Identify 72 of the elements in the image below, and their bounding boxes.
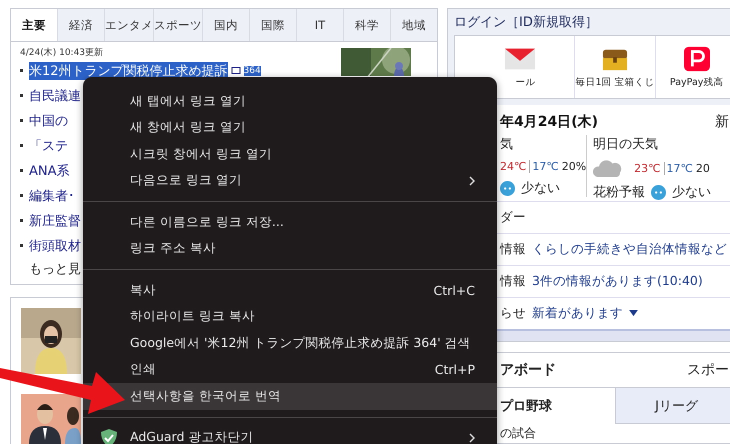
low-temperature: 17℃ [664,162,693,174]
service-label[interactable]: 毎日1回 宝箱くじ [575,76,655,88]
weather-title: 明日の天気 [593,136,660,153]
pollen-level: 少ない [521,180,560,197]
rain-chance: 20% [562,160,586,172]
envelope-icon[interactable] [504,46,536,72]
low-temperature: 17℃ [529,160,559,172]
info-link[interactable]: くらしの手続きや自治体情報など [532,241,727,258]
bullet-icon [20,69,23,72]
category-tab[interactable]: 地域 [390,9,437,41]
rain-chance: 20 [696,162,710,174]
bullet-icon [20,119,23,122]
comment-icon [230,66,241,76]
headline-link[interactable]: 米12州トランプ関税停止求め提訴 [29,62,228,80]
menu-item[interactable]: 시크릿 창에서 링크 열기 [130,141,497,168]
category-tab[interactable]: 主要 [11,9,57,41]
login-link[interactable]: ログイン [454,13,506,31]
caret-icon[interactable] [629,310,638,317]
bullet-icon [20,244,23,247]
headline-link[interactable]: 街頭取材 [29,236,81,254]
info-link[interactable]: 3件の情報があります(10:40) [532,273,703,290]
headline-link[interactable]: 編集者･ [29,186,75,204]
headline-link[interactable]: 新庄監督 [29,212,81,230]
info-label: 情報 [500,241,526,258]
category-tab[interactable]: エンタメ [104,9,153,41]
pollen-level: 少ない [672,184,712,201]
game-text: の試合 [499,425,537,442]
bullet-icon [20,219,23,222]
menu-item[interactable]: 링크 주소 복사 [130,236,497,262]
info-label: ダー [500,209,526,226]
sports-title: アボード [500,361,556,379]
pollen-label: 花粉予報 [593,184,646,201]
category-tab[interactable]: 科学 [343,9,390,41]
category-tab[interactable]: 国内 [202,9,249,41]
menu-item[interactable]: 인쇄 Ctrl+P [130,356,497,383]
menu-item[interactable]: 새 탭에서 링크 열기 [130,88,497,114]
signup-link[interactable]: ［ID新規取得］ [506,13,598,31]
sports-link[interactable]: スポー [687,361,729,379]
service-label[interactable]: ール [516,76,536,88]
high-temperature: 23℃ [634,162,661,174]
shield-icon [101,428,117,444]
headline-link[interactable]: 「ステ [29,136,68,154]
comment-count: 364 [244,66,261,76]
headline-link[interactable]: 中国の [29,112,68,130]
menu-item[interactable]: 다음으로 링크 열기 [130,168,497,194]
menu-item[interactable]: AdGuard 광고차단기 [130,424,497,444]
bullet-icon [20,94,23,97]
menu-item[interactable]: Google에서 '米12州 トランプ関税停止求め提訴 364' 검색 [130,330,497,356]
sports-tab[interactable]: Jリーグ [615,388,730,424]
category-tab[interactable]: 国際 [249,9,296,41]
bullet-icon [20,144,23,147]
menu-item[interactable]: 하이라이트 링크 복사 [130,304,497,330]
weather-title: 気 [500,136,514,153]
menu-item[interactable]: 다른 이름으로 링크 저장... [130,209,497,236]
category-tab[interactable]: IT [296,9,343,41]
menu-item[interactable]: 복사 Ctrl+C [130,277,497,304]
date-text: 年4月24日(木) [500,113,598,131]
headline-link[interactable]: ANA系 [29,162,70,180]
bullet-icon [20,194,23,197]
high-temperature: 24℃ [500,160,526,172]
category-tab[interactable]: 経済 [57,9,104,41]
date-side-text: 新 [715,113,729,131]
menu-item[interactable]: 새 창에서 링크 열기 [130,114,497,141]
update-time: 4/24(木) 10:43更新 [20,46,104,58]
info-label: らせ [500,305,526,322]
info-label: 情報 [500,273,526,290]
category-tab[interactable]: スポーツ [153,9,202,41]
service-label[interactable]: PayPay残高 [670,76,724,88]
headline-link[interactable]: 自民議連 [29,86,81,104]
bullet-icon [20,169,23,172]
info-link[interactable]: 新着があります [532,305,623,322]
pollen-face-icon [500,180,515,196]
